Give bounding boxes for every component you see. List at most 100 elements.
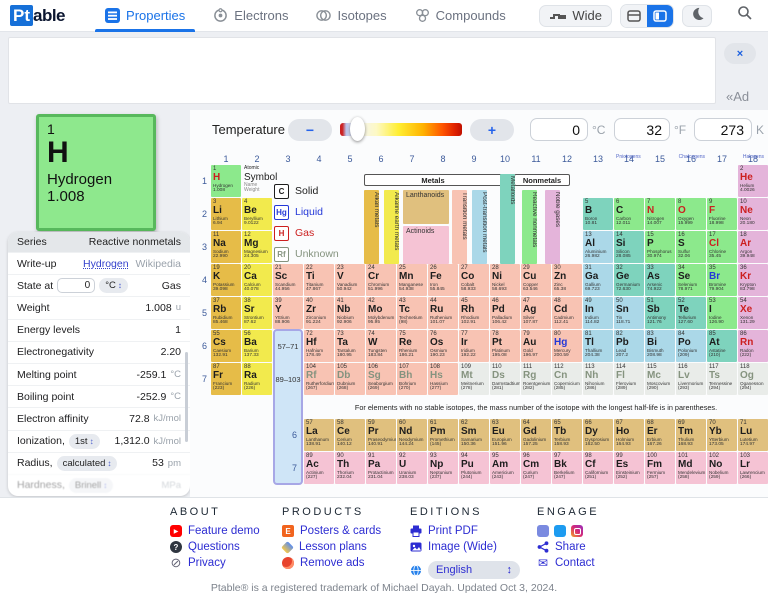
element-tile-Md[interactable]: 101 Md Mendelevium (258) [676,452,706,484]
element-tile-Pd[interactable]: 46 Pd Palladium 106.42 [490,297,520,329]
element-tile-Bk[interactable]: 97 Bk Berkelium (247) [552,452,582,484]
element-tile-At[interactable]: 85 At Astatine (210) [707,330,737,362]
element-tile-Sg[interactable]: 106 Sg Seaborgium (269) [366,363,396,395]
element-tile-Rn[interactable]: 86 Rn Radon (222) [738,330,768,362]
language-select[interactable]: English ↕ [428,561,520,579]
element-tile-Rb[interactable]: 37 Rb Rubidium 85.468 [211,297,241,329]
element-tile-Si[interactable]: 14 Si Silicon 28.085 [614,231,644,263]
element-tile-Nd[interactable]: 60 Nd Neodymium 144.24 [397,419,427,451]
element-tile-Na[interactable]: 11 Na Sodium 22.990 [211,231,241,263]
element-tile-Ds[interactable]: 110 Ds Darmstadtium (281) [490,363,520,395]
dark-mode-button[interactable] [682,4,712,27]
element-tile-Cn[interactable]: 112 Cn Copernicium (285) [552,363,582,395]
element-tile-Ir[interactable]: 77 Ir Iridium 192.22 [459,330,489,362]
element-tile-Sm[interactable]: 62 Sm Samarium 150.36 [459,419,489,451]
element-tile-Po[interactable]: 84 Po Polonium (209) [676,330,706,362]
fahrenheit-input[interactable] [614,118,670,141]
element-tile-Rf[interactable]: 104 Rf Rutherfordium (267) [304,363,334,395]
footer-link-image-wide-[interactable]: Image (Wide) [410,541,537,553]
footer-link-contact[interactable]: ✉ Contact [537,556,657,570]
element-tile-In[interactable]: 49 In Indium 114.82 [583,297,613,329]
element-tile-Pb[interactable]: 82 Pb Lead 207.2 [614,330,644,362]
element-tile-As[interactable]: 33 As Arsenic 74.922 [645,264,675,296]
element-tile-Cm[interactable]: 96 Cm Curium (247) [521,452,551,484]
layout-sidebar-split-icon[interactable] [647,4,673,27]
element-tile-Ti[interactable]: 22 Ti Titanium 47.867 [304,264,334,296]
element-tile-Cl[interactable]: 17 Cl Chlorine 35.45 [707,231,737,263]
element-tile-Zr[interactable]: 40 Zr Zirconium 91.224 [304,297,334,329]
element-tile-Sb[interactable]: 51 Sb Antimony 121.76 [645,297,675,329]
element-tile-Ni[interactable]: 28 Ni Nickel 58.693 [490,264,520,296]
element-tile-F[interactable]: 9 F Fluorine 18.998 [707,198,737,230]
element-tile-Bh[interactable]: 107 Bh Bohrium (270) [397,363,427,395]
tab-compounds[interactable]: Compounds [401,0,520,32]
element-tile-Fl[interactable]: 114 Fl Flerovium (289) [614,363,644,395]
element-tile-Ru[interactable]: 44 Ru Ruthenium 101.07 [428,297,458,329]
element-tile-Eu[interactable]: 63 Eu Europium 151.96 [490,419,520,451]
element-tile-Pm[interactable]: 61 Pm Promethium (145) [428,419,458,451]
element-tile-Ba[interactable]: 56 Ba Barium 137.33 [242,330,272,362]
property-select[interactable]: Brinell ↕ [68,477,114,493]
element-tile-Cs[interactable]: 55 Cs Caesium 132.91 [211,330,241,362]
writeup-link[interactable]: Hydrogen [83,258,129,270]
element-tile-Ne[interactable]: 10 Ne Neon 20.180 [738,198,768,230]
celsius-input[interactable] [530,118,588,141]
element-tile-Be[interactable]: 4 Be Beryllium 9.0122 [242,198,272,230]
element-tile-Nh[interactable]: 113 Nh Nihonium (286) [583,363,613,395]
element-tile-Cd[interactable]: 48 Cd Cadmium 112.41 [552,297,582,329]
element-tile-Sc[interactable]: 21 Sc Scandium 44.956 [273,264,303,296]
element-tile-Cf[interactable]: 98 Cf Californium (251) [583,452,613,484]
element-tile-Au[interactable]: 79 Au Gold 196.97 [521,330,551,362]
element-tile-Hf[interactable]: 72 Hf Hafnium 178.49 [304,330,334,362]
element-tile-Kr[interactable]: 36 Kr Krypton 83.798 [738,264,768,296]
element-tile-Tc[interactable]: 43 Tc Technetium (98) [397,297,427,329]
element-tile-Og[interactable]: 118 Og Oganesson (294) [738,363,768,395]
element-tile-Mt[interactable]: 109 Mt Meitnerium (278) [459,363,489,395]
element-tile-W[interactable]: 74 W Tungsten 183.84 [366,330,396,362]
element-tile-Ag[interactable]: 47 Ag Silver 107.87 [521,297,551,329]
sidebar-scrollbar[interactable] [185,352,188,442]
footer-link-remove-ads[interactable]: Remove ads [282,557,410,569]
element-tile-Lu[interactable]: 71 Lu Lutetium 174.97 [738,419,768,451]
element-tile-Ca[interactable]: 20 Ca Calcium 40.078 [242,264,272,296]
element-tile-No[interactable]: 102 No Nobelium (259) [707,452,737,484]
state-temp-input[interactable] [57,278,96,294]
tab-isotopes[interactable]: Isotopes [302,0,400,32]
element-tile-Ts[interactable]: 117 Ts Tennessine (294) [707,363,737,395]
element-tile-Os[interactable]: 76 Os Osmium 190.23 [428,330,458,362]
element-tile-Yb[interactable]: 70 Yb Ytterbium 173.05 [707,419,737,451]
kelvin-input[interactable] [694,118,752,141]
element-tile-C[interactable]: 6 C Carbon 12.011 [614,198,644,230]
element-tile-P[interactable]: 15 P Phosphorus 30.974 [645,231,675,263]
layout-horizontal-split-icon[interactable] [621,4,647,27]
element-tile-Sn[interactable]: 50 Sn Tin 118.71 [614,297,644,329]
element-tile-Np[interactable]: 93 Np Neptunium (237) [428,452,458,484]
twitter-icon[interactable] [554,525,566,537]
footer-link-privacy[interactable]: ⊘ Privacy [170,555,282,570]
property-select[interactable]: °C ↕ [99,278,128,294]
element-tile-Lv[interactable]: 116 Lv Livermorium (293) [676,363,706,395]
element-tile-Sr[interactable]: 38 Sr Strontium 87.62 [242,297,272,329]
element-tile-Gd[interactable]: 64 Gd Gadolinium 157.25 [521,419,551,451]
element-tile-Xe[interactable]: 54 Xe Xenon 131.29 [738,297,768,329]
element-tile-K[interactable]: 19 K Potassium 39.098 [211,264,241,296]
element-tile-Y[interactable]: 39 Y Yttrium 88.906 [273,297,303,329]
element-tile-Br[interactable]: 35 Br Bromine 79.904 [707,264,737,296]
element-tile-Th[interactable]: 90 Th Thorium 232.04 [335,452,365,484]
element-tile-Rh[interactable]: 45 Rh Rhodium 102.91 [459,297,489,329]
element-tile-Re[interactable]: 75 Re Rhenium 186.21 [397,330,427,362]
element-tile-Cr[interactable]: 24 Cr Chromium 51.996 [366,264,396,296]
element-tile-Mn[interactable]: 25 Mn Manganese 54.938 [397,264,427,296]
element-tile-Al[interactable]: 13 Al Aluminium 26.982 [583,231,613,263]
ad-close-button[interactable]: × [724,43,756,64]
temperature-slider-thumb[interactable] [350,117,365,141]
element-tile-Dy[interactable]: 66 Dy Dysprosium 162.50 [583,419,613,451]
element-tile-Mc[interactable]: 115 Mc Moscovium (290) [645,363,675,395]
footer-link-posters-cards[interactable]: E Posters & cards [282,525,410,537]
element-tile-Rg[interactable]: 111 Rg Roentgenium (282) [521,363,551,395]
element-tile-H[interactable]: 1 H Hydrogen 1.008 [211,165,241,197]
element-tile-Li[interactable]: 3 Li Lithium 6.94 [211,198,241,230]
element-tile-V[interactable]: 23 V Vanadium 50.942 [335,264,365,296]
footer-link-lesson-plans[interactable]: Lesson plans [281,540,410,554]
element-tile-N[interactable]: 7 N Nitrogen 14.007 [645,198,675,230]
